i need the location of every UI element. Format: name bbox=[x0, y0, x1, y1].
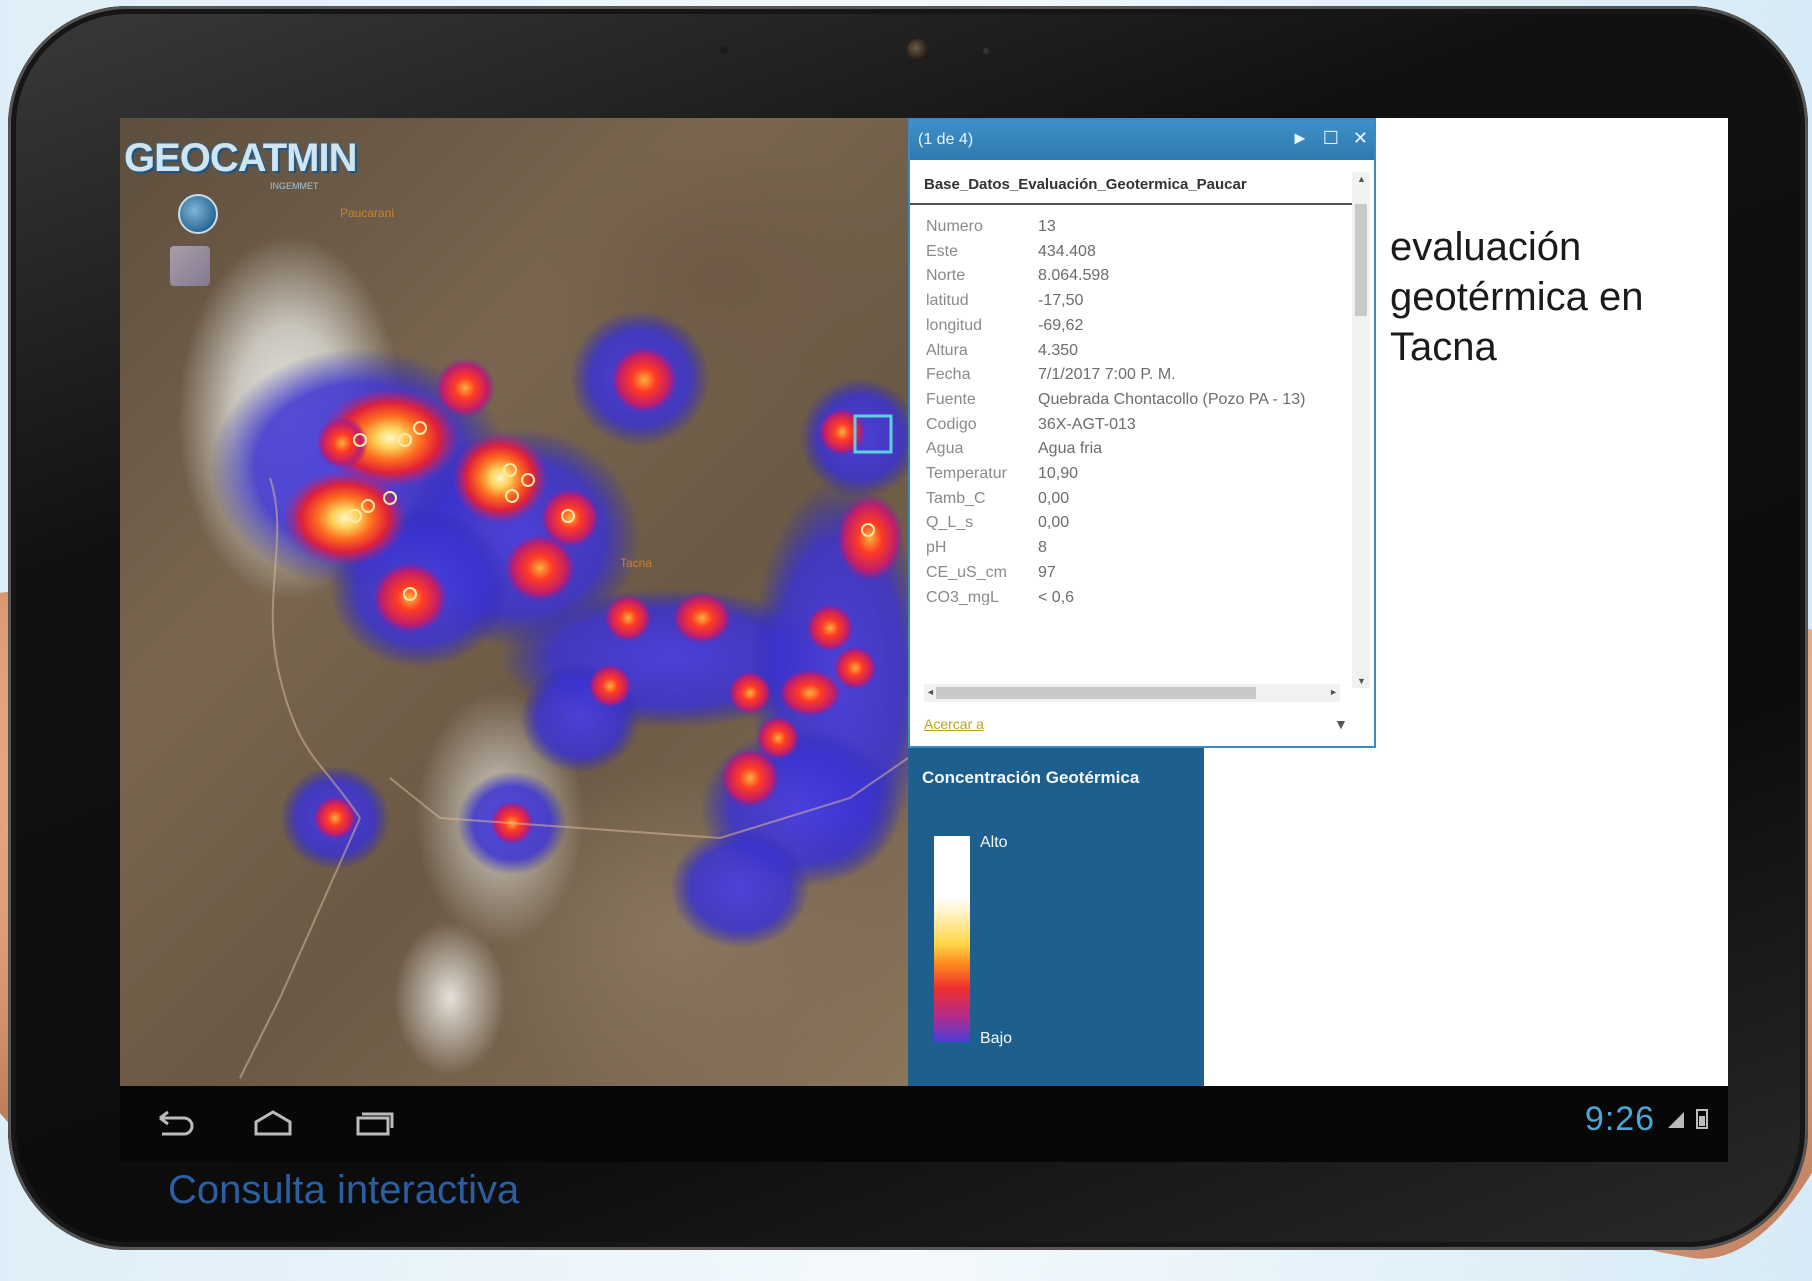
vertical-scrollbar[interactable]: ▲ ▼ bbox=[1352, 172, 1370, 688]
attribute-key: Q_L_s bbox=[926, 514, 974, 532]
attribute-key: Fecha bbox=[926, 366, 971, 384]
attribute-value: -17,50 bbox=[1038, 292, 1084, 310]
popup-counter: (1 de 4) bbox=[918, 131, 974, 148]
zoom-to-link[interactable]: Acercar a bbox=[924, 716, 984, 732]
popup-menu-icon[interactable]: ▼ bbox=[1334, 716, 1348, 732]
home-icon[interactable] bbox=[248, 1104, 298, 1144]
attribute-key: Temperatur bbox=[926, 465, 1007, 483]
heatmap-layer bbox=[210, 310, 908, 1079]
attribute-value: 13 bbox=[1038, 218, 1056, 235]
attribute-row: longitud -69,62 bbox=[926, 314, 1374, 339]
attribute-value: Agua fria bbox=[1038, 440, 1103, 458]
attribute-value: 10,90 bbox=[1038, 465, 1079, 483]
map-label-tacna: Tacna bbox=[620, 556, 653, 570]
legend-panel: Concentración Geotérmica Alto Bajo bbox=[908, 748, 1204, 1086]
close-icon[interactable]: ✕ bbox=[1353, 128, 1368, 149]
light-sensor bbox=[720, 46, 728, 54]
attribute-key: Norte bbox=[926, 267, 966, 285]
attribute-row: Tamb_C 0,00 bbox=[926, 487, 1374, 512]
attribute-key: Tamb_C bbox=[926, 489, 986, 507]
scroll-left-icon[interactable]: ◄ bbox=[926, 687, 935, 697]
tablet-screen: Paucarani Tacna GEOCATMIN INGEMMET (1 de… bbox=[120, 118, 1728, 1162]
legend-title: Concentración Geotérmica bbox=[922, 768, 1140, 787]
attribute-row: Norte 8.064.598 bbox=[926, 264, 1374, 289]
attribute-row: Q_L_s 0,00 bbox=[926, 511, 1374, 536]
attribute-value: 8 bbox=[1038, 539, 1047, 557]
slide-caption: evaluación geotérmica en Tacna bbox=[1390, 225, 1644, 369]
attribute-key: Codigo bbox=[926, 415, 977, 433]
attribute-value: 8.064.598 bbox=[1038, 267, 1110, 285]
attribute-list: Numero 13 Este 434.408 Norte 8.064.598 latitud… bbox=[910, 205, 1374, 605]
scroll-up-icon[interactable]: ▲ bbox=[1357, 174, 1366, 184]
scroll-down-icon[interactable]: ▼ bbox=[1357, 676, 1366, 686]
attribute-row: Altura 4.350 bbox=[926, 339, 1374, 364]
battery-icon bbox=[1696, 1109, 1708, 1129]
attribute-key: latitud bbox=[926, 292, 969, 310]
attribute-row: Fecha 7/1/2017 7:00 P. M. bbox=[926, 363, 1374, 388]
attribute-key: Numero bbox=[926, 218, 983, 235]
tablet-frame: Paucarani Tacna GEOCATMIN INGEMMET (1 de… bbox=[8, 6, 1808, 1250]
maximize-icon[interactable]: ☐ bbox=[1323, 128, 1339, 149]
attribute-row: Agua Agua fria bbox=[926, 437, 1374, 462]
attribute-key: Fuente bbox=[926, 390, 976, 408]
attribute-value: -69,62 bbox=[1038, 316, 1084, 334]
signal-icon bbox=[1667, 1112, 1684, 1128]
logo-subtitle: INGEMMET bbox=[270, 181, 319, 191]
attribute-key: CE_uS_cm bbox=[926, 563, 1007, 581]
heat-blue-halo bbox=[210, 310, 908, 948]
attribute-value: < 0,6 bbox=[1038, 588, 1075, 605]
scroll-right-icon[interactable]: ► bbox=[1329, 687, 1338, 697]
attribute-key: Este bbox=[926, 242, 959, 260]
blank-panel bbox=[1204, 748, 1728, 1086]
attribute-key: longitud bbox=[926, 316, 983, 334]
color-ramp bbox=[934, 836, 970, 1042]
horizontal-scrollbar[interactable]: ◄ ► bbox=[924, 684, 1340, 702]
attribute-key: CO3_mgL bbox=[926, 588, 999, 605]
back-icon[interactable] bbox=[148, 1104, 198, 1144]
proximity-sensor bbox=[983, 48, 989, 54]
recent-apps-icon[interactable] bbox=[348, 1104, 398, 1144]
popup-header: (1 de 4) ► ☐ ✕ bbox=[910, 120, 1374, 160]
status-clock: 9:26 bbox=[1585, 1100, 1708, 1139]
next-feature-icon[interactable]: ► bbox=[1291, 128, 1309, 149]
map-label-paucarani: Paucarani bbox=[340, 206, 395, 220]
attribute-key: Altura bbox=[926, 341, 968, 359]
attribute-row: Numero 13 bbox=[926, 215, 1374, 240]
attribute-row: Temperatur 10,90 bbox=[926, 462, 1374, 487]
satellite-map[interactable]: Paucarani Tacna GEOCATMIN INGEMMET bbox=[120, 118, 908, 1086]
attribute-value: 0,00 bbox=[1038, 489, 1070, 507]
attribute-row: Este 434.408 bbox=[926, 240, 1374, 265]
legend-low-label: Bajo bbox=[980, 1030, 1013, 1047]
popup-layer-title: Base_Datos_Evaluación_Geotermica_Paucar bbox=[910, 160, 1352, 205]
clock-time: 9:26 bbox=[1584, 1100, 1656, 1138]
attribute-row: latitud -17,50 bbox=[926, 289, 1374, 314]
attribute-value: 97 bbox=[1038, 563, 1056, 581]
feature-popup: (1 de 4) ► ☐ ✕ Base_Datos_Evaluación_Geo… bbox=[908, 118, 1376, 748]
geocatmin-logo: GEOCATMIN bbox=[124, 136, 357, 180]
attribute-value: 7/1/2017 7:00 P. M. bbox=[1038, 366, 1176, 384]
attribute-row: Fuente Quebrada Chontacollo (Pozo PA - 13… bbox=[926, 388, 1374, 413]
hscroll-thumb[interactable] bbox=[936, 687, 1256, 699]
android-nav-bar: 9:26 bbox=[120, 1086, 1728, 1162]
attribute-row: CE_uS_cm 97 bbox=[926, 561, 1374, 586]
globe-icon[interactable] bbox=[178, 194, 218, 234]
attribute-value: Quebrada Chontacollo (Pozo PA - 13) bbox=[1038, 390, 1306, 408]
attribute-row: Codigo 36X-AGT-013 bbox=[926, 413, 1374, 438]
scroll-thumb[interactable] bbox=[1355, 204, 1367, 316]
legend-high-label: Alto bbox=[980, 834, 1008, 851]
basemap-toggle[interactable] bbox=[170, 246, 210, 286]
attribute-value: 0,00 bbox=[1038, 514, 1070, 532]
attribute-value: 4.350 bbox=[1038, 341, 1079, 359]
caption-panel bbox=[1376, 118, 1728, 748]
attribute-key: pH bbox=[926, 539, 947, 557]
footer-caption: Consulta interactiva bbox=[168, 1168, 520, 1212]
front-camera bbox=[907, 39, 929, 61]
attribute-row: CO3_mgL < 0,6 bbox=[926, 586, 1374, 605]
attribute-key: Agua bbox=[926, 440, 964, 458]
attribute-value: 36X-AGT-013 bbox=[1038, 415, 1136, 433]
attribute-value: 434.408 bbox=[1038, 242, 1096, 260]
attribute-row: pH 8 bbox=[926, 536, 1374, 561]
